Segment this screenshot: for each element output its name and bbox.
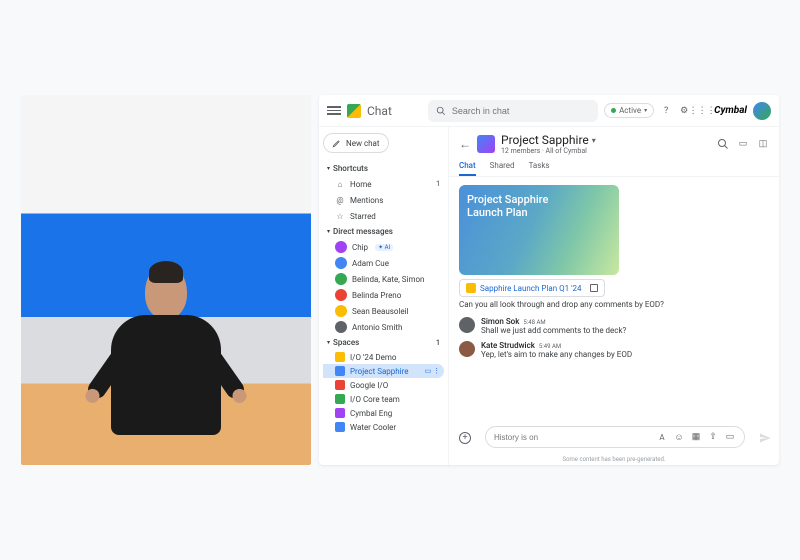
presenter-video <box>21 95 311 465</box>
copy-icon[interactable] <box>590 284 598 292</box>
search-icon <box>436 106 446 116</box>
dm-item[interactable]: Chip✦ AI <box>323 239 444 255</box>
search-input[interactable] <box>452 106 590 116</box>
space-actions[interactable]: ▭ ⋮ <box>425 367 440 375</box>
space-icon <box>335 422 345 432</box>
menu-icon[interactable] <box>327 106 341 115</box>
avatar <box>459 341 475 357</box>
panel-icon[interactable]: ◫ <box>757 138 769 150</box>
home-icon: ⌂ <box>335 179 345 189</box>
message-row: Simon Sok 5:48 AMShall we just add commen… <box>459 317 769 335</box>
send-button[interactable] <box>759 432 771 444</box>
sidebar-item-home[interactable]: ⌂ Home 1 <box>323 176 444 192</box>
search-box[interactable] <box>428 100 598 122</box>
emoji-icon[interactable]: ☺ <box>673 431 685 443</box>
search-in-space-icon[interactable] <box>717 138 729 150</box>
message-time: 5:49 AM <box>539 343 561 350</box>
preview-title: Project Sapphire Launch Plan <box>467 193 611 219</box>
dm-item[interactable]: Sean Beausoleil <box>323 303 444 319</box>
dm-item[interactable]: Antonio Smith <box>323 319 444 335</box>
avatar <box>335 289 347 301</box>
space-item[interactable]: Water Cooler <box>323 420 444 434</box>
chat-app-window: Chat Active ▾ ? ⚙ ⋮⋮⋮ Cymbal <box>319 95 779 465</box>
space-subtitle: 12 members · All of Cymbal <box>501 147 596 155</box>
add-attachment-button[interactable]: + <box>459 432 471 444</box>
space-item[interactable]: Project Sapphire▭ ⋮ <box>323 364 444 378</box>
avatar <box>335 273 347 285</box>
help-icon[interactable]: ? <box>660 105 672 117</box>
message-row: Kate Strudwick 5:49 AMYep, let's aim to m… <box>459 341 769 359</box>
status-chip[interactable]: Active ▾ <box>604 103 654 118</box>
spaces-header[interactable]: ▾Spaces1 <box>323 335 444 350</box>
space-item[interactable]: Google I/O <box>323 378 444 392</box>
message-text: Shall we just add comments to the deck? <box>481 326 769 335</box>
space-title: Project Sapphire <box>501 133 589 147</box>
message-author: Kate Strudwick <box>481 341 535 350</box>
chevron-down-icon: ▾ <box>644 107 647 114</box>
message-composer[interactable]: A ☺ ▦ ⇧ ▭ <box>485 426 745 448</box>
message-time: 5:48 AM <box>523 319 545 326</box>
sidebar-item-starred[interactable]: ☆ Starred <box>323 208 444 224</box>
space-icon <box>335 352 345 362</box>
message-author: Simon Sok <box>481 317 519 326</box>
active-dot-icon <box>611 108 616 113</box>
pencil-icon <box>332 138 342 148</box>
space-icon <box>335 394 345 404</box>
new-chat-button[interactable]: New chat <box>323 133 389 153</box>
slides-preview-card[interactable]: Project Sapphire Launch Plan <box>459 185 619 275</box>
user-avatar[interactable] <box>753 102 771 120</box>
space-icon <box>335 366 345 376</box>
upload-icon[interactable]: ⇧ <box>707 431 719 443</box>
avatar <box>335 241 347 253</box>
ai-badge: ✦ AI <box>375 244 393 251</box>
present-icon[interactable]: ▭ <box>737 138 749 150</box>
sidebar-item-mentions[interactable]: @ Mentions <box>323 192 444 208</box>
chevron-down-icon[interactable]: ▾ <box>592 136 596 145</box>
tab-shared[interactable]: Shared <box>490 157 515 176</box>
space-icon <box>335 408 345 418</box>
dm-item[interactable]: Belinda, Kate, Simon <box>323 271 444 287</box>
avatar <box>335 257 347 269</box>
at-icon: @ <box>335 195 345 205</box>
space-item[interactable]: Cymbal Eng <box>323 406 444 420</box>
calendar-icon[interactable]: ▭ <box>724 431 736 443</box>
attachment-chip[interactable]: Sapphire Launch Plan Q1 '24 <box>459 279 605 297</box>
main-panel: ← Project Sapphire ▾ 12 members · All of… <box>449 127 779 465</box>
avatar <box>459 317 475 333</box>
dm-header[interactable]: ▾Direct messages <box>323 224 444 239</box>
star-icon: ☆ <box>335 211 345 221</box>
apps-grid-icon[interactable]: ⋮⋮⋮ <box>696 105 708 117</box>
space-item[interactable]: I/O Core team <box>323 392 444 406</box>
tab-tasks[interactable]: Tasks <box>529 157 550 176</box>
tabs: Chat Shared Tasks <box>449 157 779 177</box>
tab-chat[interactable]: Chat <box>459 157 476 176</box>
space-logo-icon <box>477 135 495 153</box>
chat-area: Project Sapphire Launch Plan Sapphire La… <box>449 177 779 418</box>
gif-icon[interactable]: ▦ <box>690 431 702 443</box>
footer-note: Some content has been pre-generated. <box>449 454 779 465</box>
message-text: Can you all look through and drop any co… <box>459 300 769 309</box>
space-item[interactable]: I/O '24 Demo <box>323 350 444 364</box>
dm-item[interactable]: Belinda Preno <box>323 287 444 303</box>
avatar <box>335 321 347 333</box>
composer-input[interactable] <box>494 433 650 442</box>
back-arrow-icon[interactable]: ← <box>459 137 471 151</box>
app-title: Chat <box>367 104 392 118</box>
avatar <box>335 305 347 317</box>
dm-item[interactable]: Adam Cue <box>323 255 444 271</box>
message-text: Yep, let's aim to make any changes by EO… <box>481 350 769 359</box>
shortcuts-header[interactable]: ▾Shortcuts <box>323 161 444 176</box>
format-icon[interactable]: A <box>656 431 668 443</box>
top-bar: Chat Active ▾ ? ⚙ ⋮⋮⋮ Cymbal <box>319 95 779 127</box>
chat-logo-icon <box>347 104 361 118</box>
space-icon <box>335 380 345 390</box>
sidebar: New chat ▾Shortcuts ⌂ Home 1 @ Mentions … <box>319 127 449 465</box>
brand-label: Cymbal <box>714 105 747 116</box>
slides-icon <box>466 283 476 293</box>
